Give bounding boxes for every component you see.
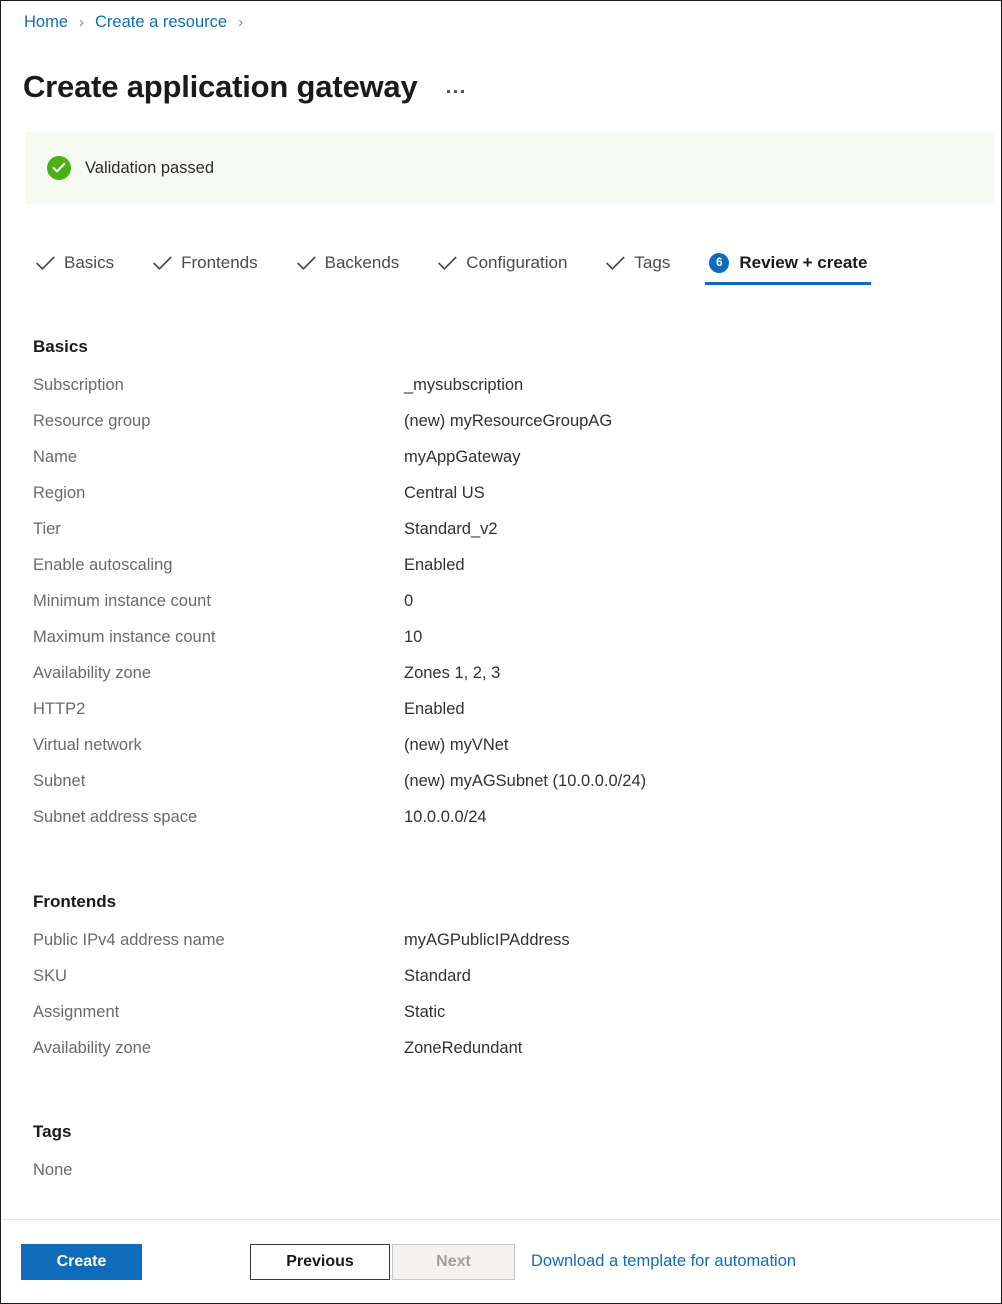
- tab-configuration[interactable]: Configuration: [434, 241, 571, 285]
- summary-key: Tier: [33, 518, 404, 540]
- check-icon: [606, 256, 625, 271]
- summary-row: Resource group (new) myResourceGroupAG: [33, 410, 963, 446]
- breadcrumb-item-create-a-resource[interactable]: Create a resource: [95, 13, 227, 32]
- summary-value: (new) myAGSubnet (10.0.0.0/24): [404, 770, 646, 792]
- summary-section-tags: Tags None: [33, 1122, 963, 1181]
- validation-banner: Validation passed: [25, 132, 994, 204]
- summary-key: Availability zone: [33, 1037, 404, 1059]
- summary-key: SKU: [33, 965, 404, 987]
- summary-key: Assignment: [33, 1001, 404, 1023]
- summary-key: Minimum instance count: [33, 590, 404, 612]
- summary-row: Region Central US: [33, 482, 963, 518]
- check-icon: [36, 256, 55, 271]
- summary-row: Enable autoscaling Enabled: [33, 554, 963, 590]
- summary-value: ZoneRedundant: [404, 1037, 522, 1059]
- breadcrumb-item-home[interactable]: Home: [24, 13, 68, 32]
- summary-key: Maximum instance count: [33, 626, 404, 648]
- tab-label: Configuration: [466, 253, 567, 273]
- section-heading: Tags: [33, 1122, 963, 1142]
- section-heading: Basics: [33, 337, 963, 357]
- summary-row: Tier Standard_v2: [33, 518, 963, 554]
- summary-key: Region: [33, 482, 404, 504]
- tab-tags[interactable]: Tags: [602, 241, 674, 285]
- tab-label: Backends: [325, 253, 400, 273]
- check-icon: [438, 256, 457, 271]
- summary-value: (new) myResourceGroupAG: [404, 410, 612, 432]
- summary-section-basics: Basics Subscription _mysubscription Reso…: [33, 337, 963, 842]
- tab-frontends[interactable]: Frontends: [149, 241, 262, 285]
- summary-row: Virtual network (new) myVNet: [33, 734, 963, 770]
- summary-key: Public IPv4 address name: [33, 929, 404, 951]
- breadcrumb: Home › Create a resource ›: [24, 9, 254, 35]
- tab-basics[interactable]: Basics: [32, 241, 118, 285]
- summary-value: myAGPublicIPAddress: [404, 929, 570, 951]
- tab-label: Tags: [634, 253, 670, 273]
- summary-row: Assignment Static: [33, 1001, 963, 1037]
- summary-row: Subscription _mysubscription: [33, 374, 963, 410]
- check-icon: [297, 256, 316, 271]
- summary-key: Name: [33, 446, 404, 468]
- validation-banner-text: Validation passed: [85, 159, 214, 178]
- summary-value: _mysubscription: [404, 374, 523, 396]
- summary-value: 0: [404, 590, 413, 612]
- summary-key: Subscription: [33, 374, 404, 396]
- summary-row: Public IPv4 address name myAGPublicIPAdd…: [33, 929, 963, 965]
- summary-key: Subnet: [33, 770, 404, 792]
- tab-step-badge: 6: [709, 253, 729, 273]
- summary-key: Resource group: [33, 410, 404, 432]
- summary-value: Central US: [404, 482, 485, 504]
- summary-key: Enable autoscaling: [33, 554, 404, 576]
- footer-action-bar: Create Previous Next Download a template…: [1, 1220, 1001, 1303]
- ellipsis-dot: [447, 90, 450, 93]
- ellipsis-dot: [454, 90, 457, 93]
- summary-value: 10: [404, 626, 422, 648]
- summary-value: (new) myVNet: [404, 734, 509, 756]
- summary-row: SKU Standard: [33, 965, 963, 1001]
- summary-row: Subnet address space 10.0.0.0/24: [33, 806, 963, 842]
- summary-value: Static: [404, 1001, 445, 1023]
- summary-row: Subnet (new) myAGSubnet (10.0.0.0/24): [33, 770, 963, 806]
- check-icon: [153, 256, 172, 271]
- title-row: Create application gateway: [23, 47, 467, 127]
- check-circle-icon: [47, 156, 71, 180]
- summary-value: myAppGateway: [404, 446, 520, 468]
- ellipsis-dot: [461, 90, 464, 93]
- summary-value: Enabled: [404, 554, 465, 576]
- create-application-gateway-page: Home › Create a resource › Create applic…: [0, 0, 1002, 1304]
- tab-label: Frontends: [181, 253, 258, 273]
- summary-row: Name myAppGateway: [33, 446, 963, 482]
- previous-button[interactable]: Previous: [250, 1244, 390, 1280]
- tab-label: Basics: [64, 253, 114, 273]
- summary-row: Availability zone Zones 1, 2, 3: [33, 662, 963, 698]
- download-template-link[interactable]: Download a template for automation: [531, 1252, 796, 1271]
- tab-backends[interactable]: Backends: [293, 241, 404, 285]
- summary-row: Minimum instance count 0: [33, 590, 963, 626]
- summary-value: Standard_v2: [404, 518, 498, 540]
- section-heading: Frontends: [33, 892, 963, 912]
- summary-section-frontends: Frontends Public IPv4 address name myAGP…: [33, 892, 963, 1073]
- breadcrumb-separator-icon: ›: [79, 14, 84, 31]
- summary-key: Subnet address space: [33, 806, 404, 828]
- summary-row: Availability zone ZoneRedundant: [33, 1037, 963, 1073]
- page-title: Create application gateway: [23, 68, 418, 106]
- next-button: Next: [392, 1244, 515, 1280]
- tab-label: Review + create: [739, 253, 867, 273]
- summary-value: 10.0.0.0/24: [404, 806, 487, 828]
- summary-row: Maximum instance count 10: [33, 626, 963, 662]
- summary-key: HTTP2: [33, 698, 404, 720]
- summary-key: Virtual network: [33, 734, 404, 756]
- tab-review-create[interactable]: 6 Review + create: [705, 241, 871, 285]
- more-options-icon[interactable]: [444, 86, 467, 97]
- wizard-tabs: Basics Frontends Backends Configuration: [32, 241, 871, 289]
- breadcrumb-separator-icon: ›: [238, 14, 243, 31]
- active-tab-indicator: [705, 282, 871, 285]
- summary-value: Zones 1, 2, 3: [404, 662, 500, 684]
- create-button[interactable]: Create: [21, 1244, 142, 1280]
- summary-value: Standard: [404, 965, 471, 987]
- summary-key: Availability zone: [33, 662, 404, 684]
- tags-empty-text: None: [33, 1159, 963, 1181]
- summary-value: Enabled: [404, 698, 465, 720]
- summary-row: HTTP2 Enabled: [33, 698, 963, 734]
